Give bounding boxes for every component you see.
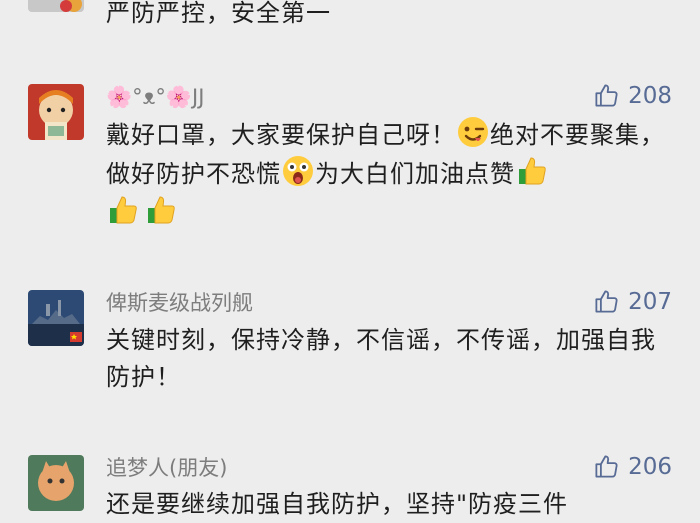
avatar[interactable]	[28, 84, 84, 140]
commenter-name[interactable]: 🌸°ᴥ°🌸JJ	[106, 84, 204, 110]
thumbs-up-outline-icon	[593, 288, 620, 315]
like-button[interactable]: 206	[593, 453, 672, 480]
like-button[interactable]: 208	[593, 82, 672, 109]
like-count: 208	[628, 82, 672, 109]
comment-text: 严防严控，安全第一	[106, 0, 331, 27]
avatar[interactable]	[28, 0, 84, 12]
avatar[interactable]	[28, 290, 84, 346]
commenter-name[interactable]: 俾斯麦级战列舰	[106, 290, 253, 316]
comment-text: 还是要继续加强自我防护，坚持"防疫三件	[106, 490, 569, 518]
like-button[interactable]: 207	[593, 288, 672, 315]
like-count: 206	[628, 453, 672, 480]
comment-text: 关键时刻，保持冷静，不信谣，不传谣，加强自我防护！	[106, 326, 656, 391]
thumbs-up-outline-icon	[593, 82, 620, 109]
wink-emoji	[456, 115, 490, 149]
shocked-emoji	[281, 154, 315, 188]
comment-text: 戴好口罩，大家要保护自己呀！ 绝对不要聚集，做好防护不恐慌 为大白们加油点赞	[106, 115, 676, 232]
thumbs-up-emoji	[515, 154, 549, 188]
like-count: 207	[628, 288, 672, 315]
thumbs-up-outline-icon	[593, 453, 620, 480]
thumbs-up-emoji	[106, 193, 140, 227]
commenter-name[interactable]: 追梦人(朋友)	[106, 455, 227, 481]
thumbs-up-emoji	[144, 193, 178, 227]
avatar[interactable]	[28, 455, 84, 511]
